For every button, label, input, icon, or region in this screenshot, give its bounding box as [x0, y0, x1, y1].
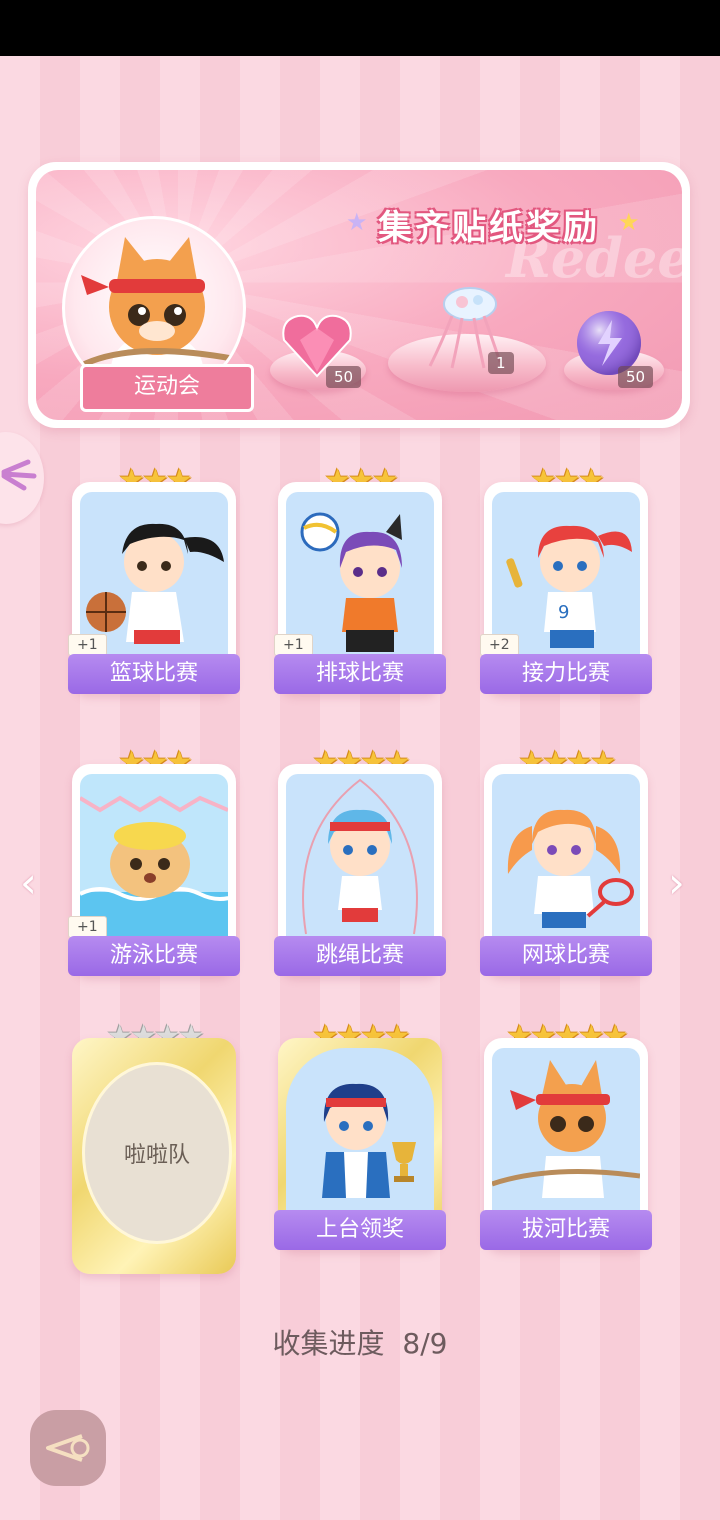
status-bar: [0, 0, 720, 56]
collection-progress: 收集进度 8/9: [0, 1322, 720, 1362]
back-button[interactable]: [30, 1410, 106, 1486]
sticker-card-relay[interactable]: ★★★ 9 +2 接力比赛: [480, 466, 652, 694]
sticker-card-tennis[interactable]: ★★★★ 网球比赛: [480, 748, 652, 976]
sticker-label: 啦啦队: [123, 1143, 190, 1168]
sticker-label: 上台领奖: [274, 1210, 446, 1250]
jump-rope-girl-icon: [286, 774, 434, 950]
sticker-card-cheerleading-locked[interactable]: ★★★★ 啦啦队: [72, 1022, 236, 1274]
sticker-label: 网球比赛: [480, 936, 652, 976]
event-label: 运动会: [80, 364, 254, 412]
sticker-card-volleyball[interactable]: ★★★ +1 排球比赛: [274, 466, 446, 694]
duplicate-count: +1: [274, 634, 313, 656]
sticker-label: 跳绳比赛: [274, 936, 446, 976]
banner-title: 集齐贴纸奖励: [378, 208, 600, 248]
back-arrow-icon: [46, 1434, 90, 1462]
duplicate-count: +2: [480, 634, 519, 656]
reward-count: 1: [488, 352, 514, 374]
sticker-card-swimming[interactable]: ★★★ +1 游泳比赛: [68, 748, 240, 976]
progress-value: 8/9: [402, 1327, 448, 1360]
tug-of-war-cat-icon: [492, 1048, 640, 1224]
star-decoration-icon: ★: [346, 208, 368, 236]
locked-sticker-placeholder: 啦啦队: [82, 1062, 232, 1244]
reward-count: 50: [326, 366, 362, 388]
sticker-label: 接力比赛: [480, 654, 652, 694]
progress-label: 收集进度: [272, 1327, 385, 1360]
previous-page-arrow-icon[interactable]: ‹: [20, 858, 37, 907]
duplicate-count: +1: [68, 916, 107, 938]
sticker-label: 游泳比赛: [68, 936, 240, 976]
star-decoration-icon: ★: [618, 208, 640, 236]
trophy-girl-icon: [286, 1048, 434, 1224]
sticker-label: 拔河比赛: [480, 1210, 652, 1250]
duplicate-count: +1: [68, 634, 107, 656]
svg-text:9: 9: [558, 602, 569, 623]
sticker-card-jump-rope[interactable]: ★★★★ 跳绳比赛: [274, 748, 446, 976]
sticker-card-basketball[interactable]: ★★★ +1 篮球比赛: [68, 466, 240, 694]
sticker-label: 排球比赛: [274, 654, 446, 694]
sticker-card-tug-of-war[interactable]: ★★★★★ 拔河比赛: [480, 1022, 652, 1250]
sticker-label: 篮球比赛: [68, 654, 240, 694]
feather-icon: [1, 459, 37, 491]
reward-banner: Redeem ★ ★ 集齐贴纸奖励 运动会: [28, 162, 690, 428]
side-menu-handle[interactable]: [0, 432, 44, 524]
tennis-girl-icon: [492, 774, 640, 950]
reward-count: 50: [618, 366, 654, 388]
sticker-card-award[interactable]: ★★★★ 上台领奖: [274, 1022, 446, 1250]
next-page-arrow-icon[interactable]: ›: [668, 858, 685, 907]
